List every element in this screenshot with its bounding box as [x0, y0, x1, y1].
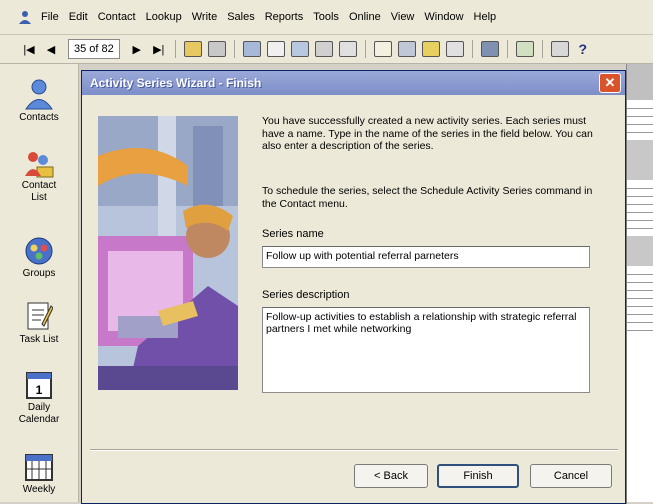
dialog-titlebar[interactable]: Activity Series Wizard - Finish ✕: [82, 71, 625, 95]
print-icon[interactable]: [242, 41, 261, 57]
email-icon[interactable]: [314, 41, 333, 57]
menu-file[interactable]: File: [41, 11, 59, 23]
dialog-divider: [90, 449, 618, 451]
menu-view[interactable]: View: [391, 11, 415, 23]
sidebar-item-contact-list[interactable]: Contact List: [0, 150, 78, 204]
first-record-icon[interactable]: |◀: [20, 40, 38, 58]
toolbar-separator: [471, 40, 473, 58]
menu-tools[interactable]: Tools: [313, 11, 339, 23]
app-icon: [19, 11, 31, 24]
menu-window[interactable]: Window: [424, 11, 463, 23]
groups-icon: [25, 237, 53, 265]
activity-series-wizard-dialog: Activity Series Wizard - Finish ✕ You ha…: [81, 70, 626, 504]
menu-bar: File Edit Contact Lookup Write Sales Rep…: [0, 0, 653, 35]
background-record-view: [626, 64, 653, 502]
sidebar-item-contacts[interactable]: Contacts: [0, 78, 78, 124]
series-description-label: Series description: [262, 289, 350, 301]
globe-icon[interactable]: [480, 41, 499, 57]
toolbar-separator: [364, 40, 366, 58]
help-icon[interactable]: ?: [574, 40, 592, 58]
sidebar-item-weekly[interactable]: Weekly: [0, 452, 78, 496]
series-description-textarea[interactable]: Follow-up activities to establish a rela…: [262, 307, 590, 393]
toolbar-separator: [174, 40, 176, 58]
close-icon[interactable]: ✕: [599, 73, 621, 93]
wizard-illustration: [98, 116, 238, 390]
notes-icon[interactable]: [445, 41, 464, 57]
toolbar-separator: [541, 40, 543, 58]
series-name-label: Series name: [262, 228, 324, 240]
sidebar-label: Daily Calendar: [18, 402, 60, 425]
svg-text:1: 1: [36, 383, 43, 397]
sidebar-item-groups[interactable]: Groups: [0, 236, 78, 280]
toolbar: |◀ ◀ 35 of 82 ▶ ▶| ?: [0, 35, 653, 64]
weekly-calendar-icon: [25, 454, 53, 481]
menu-write[interactable]: Write: [192, 11, 217, 23]
menu-lookup[interactable]: Lookup: [146, 11, 182, 23]
save-icon[interactable]: [207, 41, 226, 57]
menu-edit[interactable]: Edit: [69, 11, 88, 23]
toolbar-separator: [233, 40, 235, 58]
intro-text: You have successfully created a new acti…: [262, 115, 593, 152]
menu-help[interactable]: Help: [474, 11, 497, 23]
write-letter-icon[interactable]: [373, 41, 392, 57]
series-name-input[interactable]: Follow up with potential referral parnet…: [262, 246, 590, 268]
attach-icon[interactable]: [397, 41, 416, 57]
dialog-title: Activity Series Wizard - Finish: [90, 76, 262, 90]
contacts-icon: [25, 79, 53, 110]
sidebar-label: Contacts: [19, 112, 59, 123]
menu-sales[interactable]: Sales: [227, 11, 255, 23]
daily-calendar-icon: 1: [26, 372, 52, 399]
sidebar-label: Contact List: [21, 180, 57, 203]
cancel-button[interactable]: Cancel: [530, 464, 612, 488]
record-counter: 35 of 82: [68, 39, 120, 59]
sidebar-item-task-list[interactable]: Task List: [0, 300, 78, 346]
menu-contact[interactable]: Contact: [98, 11, 136, 23]
finish-button[interactable]: Finish: [437, 464, 519, 488]
schedule-icon[interactable]: [515, 41, 534, 57]
next-record-icon[interactable]: ▶: [128, 40, 146, 58]
list-icon[interactable]: [550, 41, 569, 57]
open-folder-icon[interactable]: [183, 41, 202, 57]
new-document-icon[interactable]: [266, 41, 285, 57]
menu-online[interactable]: Online: [349, 11, 381, 23]
contact-list-icon: [25, 152, 54, 178]
sidebar-label: Weekly: [22, 484, 56, 495]
sidebar-label: Task List: [19, 334, 59, 345]
tag-icon[interactable]: [421, 41, 440, 57]
task-list-icon: [27, 302, 53, 330]
last-record-icon[interactable]: ▶|: [150, 40, 168, 58]
sidebar-label: Groups: [22, 268, 56, 279]
history-icon[interactable]: [338, 41, 357, 57]
navigation-sidebar: Contacts Contact List Groups Task List 1…: [0, 64, 79, 502]
sidebar-item-daily-calendar[interactable]: 1 Daily Calendar: [0, 370, 78, 426]
previous-record-icon[interactable]: ◀: [42, 40, 60, 58]
back-button[interactable]: < Back: [354, 464, 428, 488]
menu-reports[interactable]: Reports: [265, 11, 304, 23]
schedule-note-text: To schedule the series, select the Sched…: [262, 185, 593, 210]
toolbar-separator: [506, 40, 508, 58]
phone-icon[interactable]: [290, 41, 309, 57]
